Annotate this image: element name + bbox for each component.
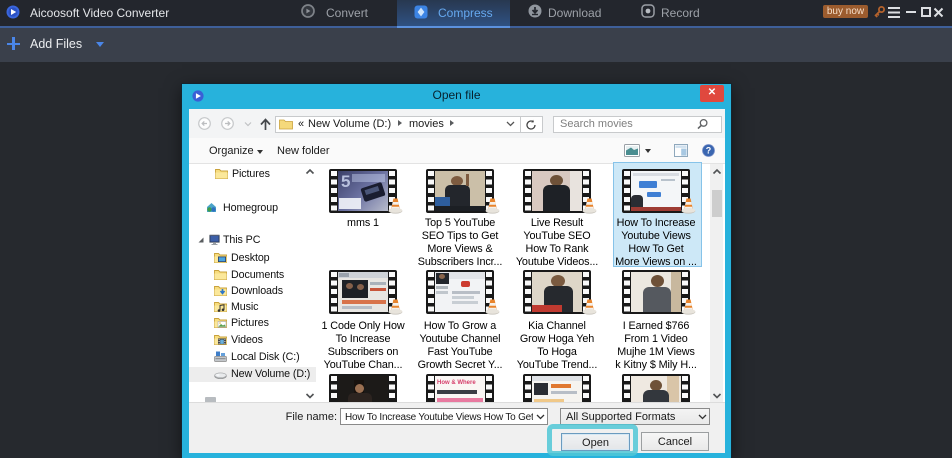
svg-text:?: ? [706,146,712,156]
